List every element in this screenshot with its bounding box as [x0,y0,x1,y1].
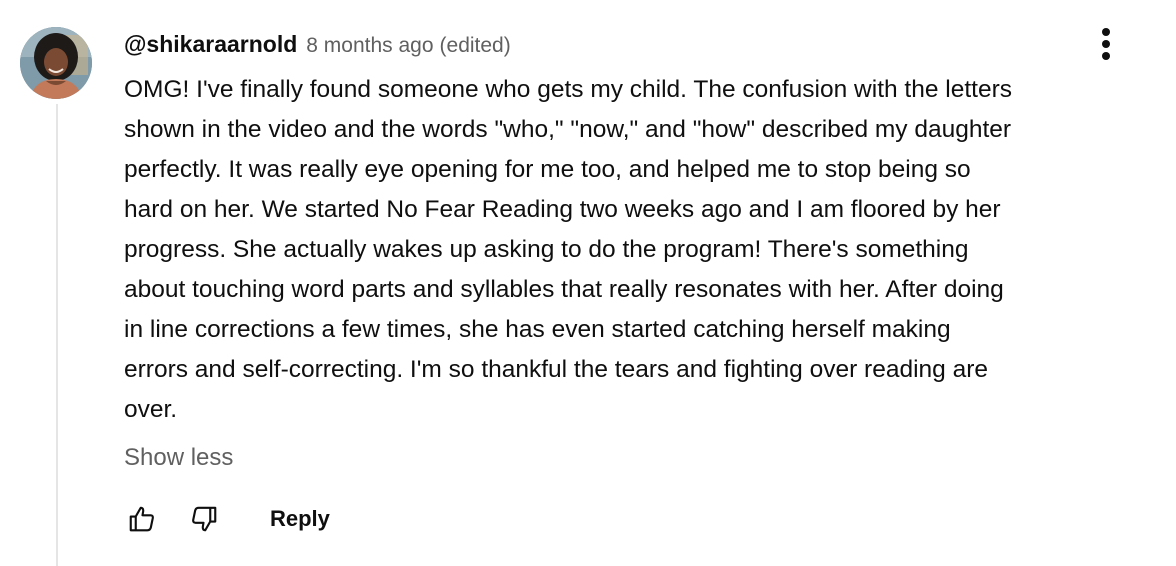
like-button[interactable] [122,499,162,539]
comment-menu-button[interactable] [1088,22,1124,66]
comment-timestamp[interactable]: 8 months ago [306,34,433,58]
show-less-button[interactable]: Show less [124,440,233,476]
comment-line: shown in the video and the words "who," … [124,116,1012,143]
comment-line: errors and self-correcting. I'm so thank… [124,356,988,383]
thumbs-up-icon [129,506,154,532]
thread-line [56,104,58,566]
comment-line: OMG! I've finally found someone who gets… [124,76,1013,103]
comment-text: OMG! I've finally found someone who gets… [124,70,1154,430]
author-name[interactable]: @shikaraarnold [124,31,297,58]
more-vertical-icon [1102,28,1110,60]
thumbs-down-icon [192,506,217,532]
comment-line: progress. She actually wakes up asking t… [124,236,969,263]
dislike-button[interactable] [184,499,224,539]
comment-line: over. [124,396,178,423]
comment-line: about touching word parts and syllables … [124,276,1004,303]
comment-line: perfectly. It was really eye opening for… [124,156,971,183]
comment-actions: Reply [120,498,330,540]
comment-line: hard on her. We started No Fear Reading … [124,196,1001,223]
user-avatar-photo-icon [20,27,92,99]
avatar[interactable] [20,27,92,99]
edited-label: (edited) [439,34,511,57]
comment-line: in line corrections a few times, she has… [124,316,951,343]
comment-header: @shikaraarnold 8 months ago (edited) [124,31,511,61]
reply-button[interactable]: Reply [270,499,330,539]
